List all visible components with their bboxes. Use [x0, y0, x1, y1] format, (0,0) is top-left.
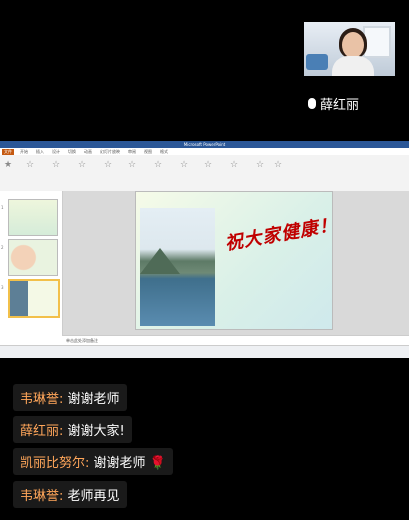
- tab-slideshow[interactable]: 幻灯片放映: [98, 149, 122, 155]
- slide-thumbnail-selected[interactable]: [8, 279, 60, 318]
- tab-file[interactable]: 文件: [2, 148, 14, 155]
- slide-thumbnails: 1 2 3: [0, 191, 63, 346]
- ribbon-tabs: 文件 开始 插入 设计 切换 动画 幻灯片放映 审阅 视图 格式: [0, 148, 409, 155]
- workspace: 1 2 3 祝大家健康！ 单击此处添加备注: [0, 191, 409, 346]
- active-speaker: 薛红丽: [308, 94, 359, 113]
- ribbon: ★ ☆ ☆ ☆ ☆ ☆ ☆ ☆ ☆ ☆ ☆ ☆: [0, 155, 409, 192]
- slide-heading: 祝大家健康！: [223, 214, 340, 255]
- animation-star-icon[interactable]: ☆: [204, 161, 212, 170]
- animation-star-icon[interactable]: ☆: [78, 161, 86, 170]
- animation-star-icon[interactable]: ☆: [128, 161, 136, 170]
- chat-message: 韦琳誉: 老师再见: [13, 481, 127, 508]
- webcam-video: [304, 22, 395, 76]
- animation-star-icon[interactable]: ☆: [52, 161, 60, 170]
- tab-animations[interactable]: 动画: [82, 149, 94, 155]
- chat-message: 薛红丽: 谢谢大家!: [13, 416, 132, 443]
- slide-thumbnail[interactable]: [8, 199, 58, 236]
- chat-message: 韦琳誉: 谢谢老师: [13, 384, 127, 411]
- tab-review[interactable]: 审阅: [126, 149, 138, 155]
- chat-message: 凯丽比努尔: 谢谢老师 🌹: [13, 448, 173, 475]
- animation-star-icon[interactable]: ☆: [154, 161, 162, 170]
- animation-star-icon[interactable]: ☆: [230, 161, 238, 170]
- tab-home[interactable]: 开始: [18, 149, 30, 155]
- tab-view[interactable]: 视图: [142, 149, 154, 155]
- animation-star-icon[interactable]: ☆: [180, 161, 188, 170]
- shared-screen-powerpoint: Microsoft PowerPoint 文件 开始 插入 设计 切换 动画 幻…: [0, 141, 409, 358]
- window-title: Microsoft PowerPoint: [0, 141, 409, 148]
- speaker-name: 薛红丽: [320, 98, 360, 113]
- status-bar: [0, 345, 409, 358]
- current-slide[interactable]: 祝大家健康！: [135, 191, 339, 330]
- animation-painter-icon[interactable]: ☆: [274, 161, 282, 170]
- slide-thumbnail[interactable]: [8, 239, 58, 276]
- preview-icon[interactable]: ★: [4, 161, 12, 170]
- animation-star-icon[interactable]: ☆: [104, 161, 112, 170]
- lake-photo: [140, 208, 215, 326]
- tab-insert[interactable]: 插入: [34, 149, 46, 155]
- tab-format[interactable]: 格式: [158, 149, 170, 155]
- add-animation-icon[interactable]: ☆: [256, 161, 264, 170]
- tab-transitions[interactable]: 切换: [66, 149, 78, 155]
- microphone-icon: [308, 98, 316, 109]
- tab-design[interactable]: 设计: [50, 149, 62, 155]
- animation-star-icon[interactable]: ☆: [26, 161, 34, 170]
